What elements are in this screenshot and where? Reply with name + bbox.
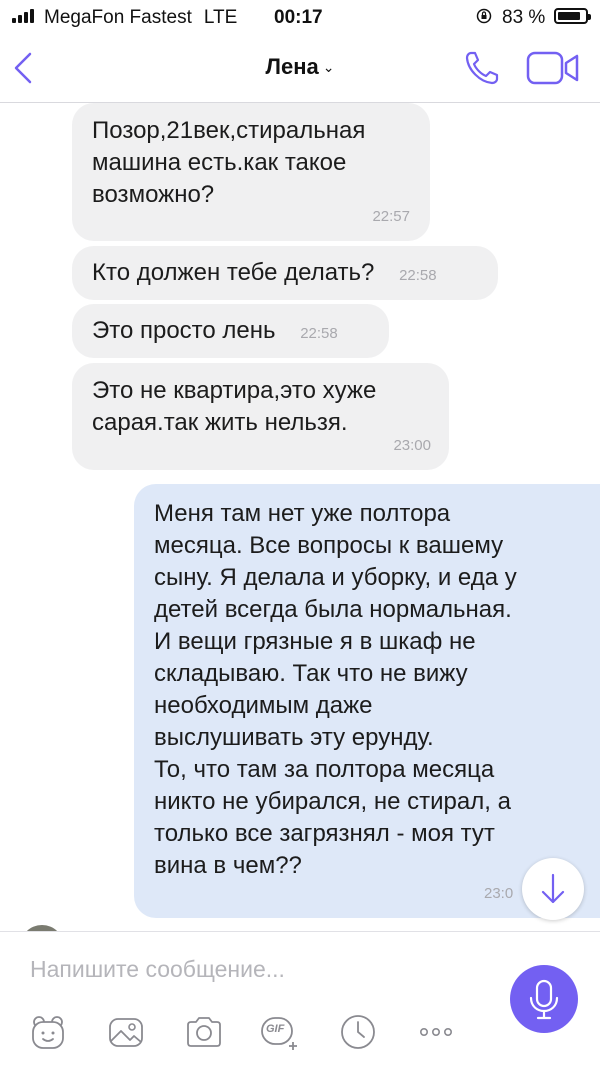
- chevron-down-icon: ⌄: [322, 59, 335, 75]
- microphone-icon: [529, 979, 559, 1020]
- message-timestamp: 23:00: [393, 437, 431, 454]
- message-timestamp: 23:0: [484, 885, 514, 902]
- message-timestamp: 22:58: [399, 267, 437, 284]
- status-time: 00:17: [274, 7, 323, 28]
- composer: GIF: [0, 931, 600, 1067]
- scroll-down-icon: [541, 873, 565, 904]
- message-line: необходимым даже: [154, 692, 373, 719]
- signal-icon: [12, 9, 34, 23]
- clock-icon[interactable]: [338, 1012, 378, 1052]
- message-timestamp: 22:58: [300, 325, 338, 342]
- incoming-message[interactable]: Это просто лень 22:58: [72, 304, 389, 358]
- message-line: И вещи грязные я в шкаф не: [154, 628, 476, 655]
- message-input[interactable]: [30, 954, 490, 984]
- message-line: только все загрязнял - моя тут: [154, 820, 495, 847]
- message-line: сарая.так жить нельзя.: [92, 409, 348, 436]
- sticker-icon[interactable]: [28, 1012, 68, 1052]
- scroll-down-button[interactable]: [522, 858, 584, 920]
- gif-label: GIF: [266, 1023, 285, 1035]
- video-camera-icon[interactable]: [526, 50, 580, 86]
- network-type: LTE: [203, 7, 238, 28]
- message-line: месяца. Все вопросы к вашему: [154, 532, 504, 559]
- outgoing-message[interactable]: Меня там нет уже полтора месяца. Все воп…: [134, 484, 600, 918]
- battery-icon: [554, 8, 591, 24]
- battery-percent: 83 %: [502, 7, 546, 28]
- message-line: Позор,21век,стиральная: [92, 117, 366, 144]
- carrier-name: MegaFon Fastest: [44, 7, 192, 28]
- message-line: возможно?: [92, 181, 215, 208]
- status-bar: MegaFon Fastest LTE 00:17 83 %: [0, 0, 600, 34]
- message-list[interactable]: Позор,21век,стиральная машина есть.как т…: [0, 103, 600, 931]
- contact-name: Лена: [265, 54, 319, 79]
- more-icon[interactable]: [416, 1012, 456, 1052]
- message-line: Это просто лень: [92, 317, 276, 344]
- message-line: Это не квартира,это хуже: [92, 377, 377, 404]
- incoming-message[interactable]: Кто должен тебе делать? 22:58: [72, 246, 498, 300]
- message-line: Меня там нет уже полтора: [154, 500, 451, 527]
- camera-icon[interactable]: [184, 1012, 224, 1052]
- gallery-icon[interactable]: [106, 1012, 146, 1052]
- orientation-lock-icon: [476, 8, 492, 24]
- microphone-button[interactable]: [510, 965, 578, 1033]
- incoming-message[interactable]: Это не квартира,это хуже сарая.так жить …: [72, 363, 449, 470]
- message-timestamp: 22:57: [372, 208, 410, 225]
- gif-icon[interactable]: GIF: [260, 1012, 300, 1052]
- message-line: Кто должен тебе делать?: [92, 259, 375, 286]
- message-line: То, что там за полтора месяца: [154, 756, 495, 783]
- message-line: никто не убирался, не стирал, а: [154, 788, 511, 815]
- message-line: сыну. Я делала и уборку, и еда у: [154, 564, 517, 591]
- carrier-text: MegaFon Fastest LTE: [44, 7, 237, 29]
- contact-name-button[interactable]: Лена ⌄: [0, 54, 600, 80]
- message-line: выслушивать эту ерунду.: [154, 724, 434, 751]
- message-line: складываю. Так что не вижу: [154, 660, 468, 687]
- phone-icon[interactable]: [462, 48, 502, 88]
- message-line: машина есть.как такое: [92, 149, 347, 176]
- message-line: детей всегда была нормальная.: [154, 596, 512, 623]
- incoming-message[interactable]: Позор,21век,стиральная машина есть.как т…: [72, 103, 430, 241]
- chat-header: Лена ⌄: [0, 34, 600, 103]
